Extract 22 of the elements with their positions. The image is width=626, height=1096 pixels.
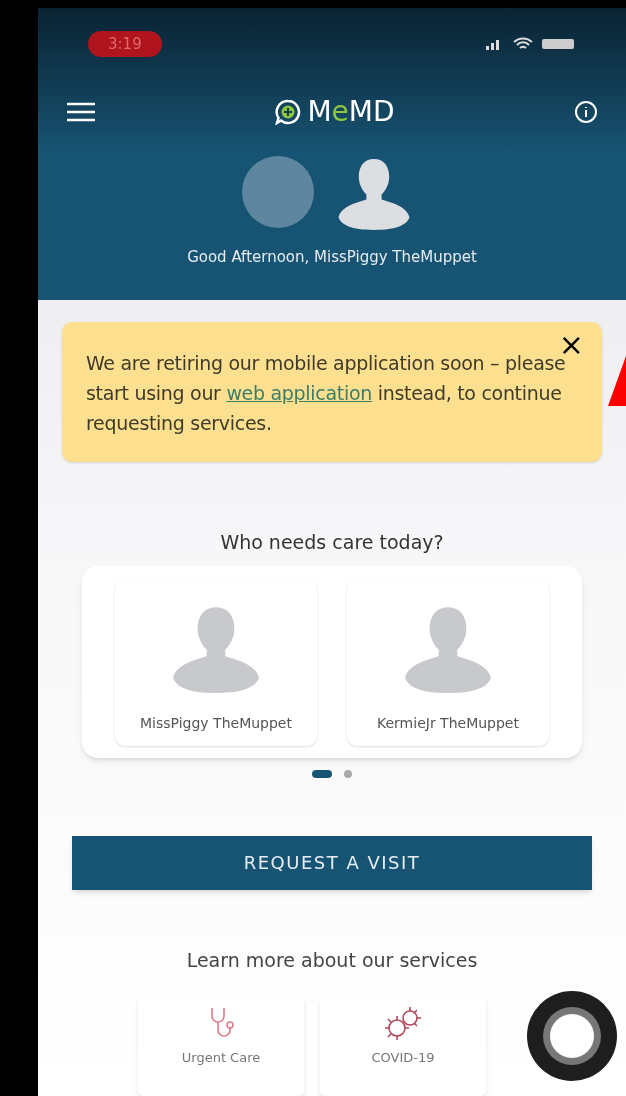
virus-icon xyxy=(383,1006,423,1042)
profile-tile[interactable]: KermieJr TheMuppet xyxy=(347,578,549,747)
battery-icon xyxy=(542,38,576,50)
service-label: Urgent Care xyxy=(181,1049,261,1067)
logo-text: MeMD xyxy=(307,98,395,126)
profile-tile[interactable]: MissPiggy TheMuppet xyxy=(115,578,317,747)
care-title: Who needs care today? xyxy=(219,529,445,555)
menu-icon[interactable] xyxy=(66,102,96,122)
profile-name: MissPiggy TheMuppet xyxy=(140,714,292,734)
service-label: COVID-19 xyxy=(371,1049,435,1067)
profile-name: KermieJr TheMuppet xyxy=(377,714,519,734)
greeting-text: Good Afternoon, MissPiggy TheMuppet xyxy=(186,247,478,268)
web-application-link[interactable]: web application xyxy=(226,381,372,404)
close-button[interactable]: × xyxy=(558,329,584,360)
service-card[interactable]: Urgent Care xyxy=(138,996,304,1096)
chat-plus-icon xyxy=(275,99,302,125)
service-card[interactable]: COVID-19 xyxy=(320,996,486,1096)
services-title: Learn more about our services xyxy=(185,947,479,973)
status-time: 3:19 xyxy=(88,30,162,58)
pointer-arrow-icon xyxy=(608,356,626,406)
info-icon[interactable] xyxy=(574,100,598,124)
request-visit-button[interactable]: REQUEST A VISIT xyxy=(72,836,592,890)
